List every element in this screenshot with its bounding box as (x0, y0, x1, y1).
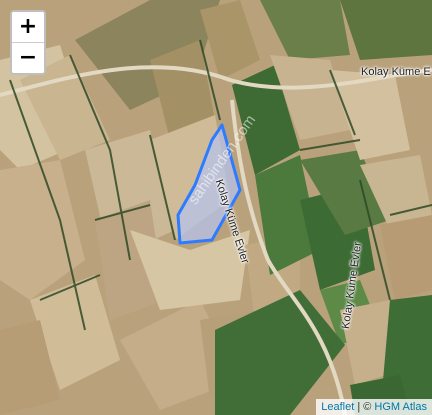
zoom-in-button[interactable]: + (12, 12, 44, 42)
zoom-out-button[interactable]: − (12, 42, 44, 73)
hgm-atlas-link[interactable]: HGM Atlas (374, 401, 427, 413)
map-view[interactable]: Kolay Küme E Kolay Küme Evler Kolay Küme… (0, 0, 432, 415)
zoom-control: + − (10, 10, 46, 75)
map-attribution: Leaflet | © HGM Atlas (316, 399, 432, 415)
satellite-imagery (0, 0, 432, 415)
attribution-separator: | © (354, 401, 375, 413)
road-label-kolay-kume-east: Kolay Küme E (361, 66, 431, 78)
leaflet-link[interactable]: Leaflet (321, 401, 354, 413)
